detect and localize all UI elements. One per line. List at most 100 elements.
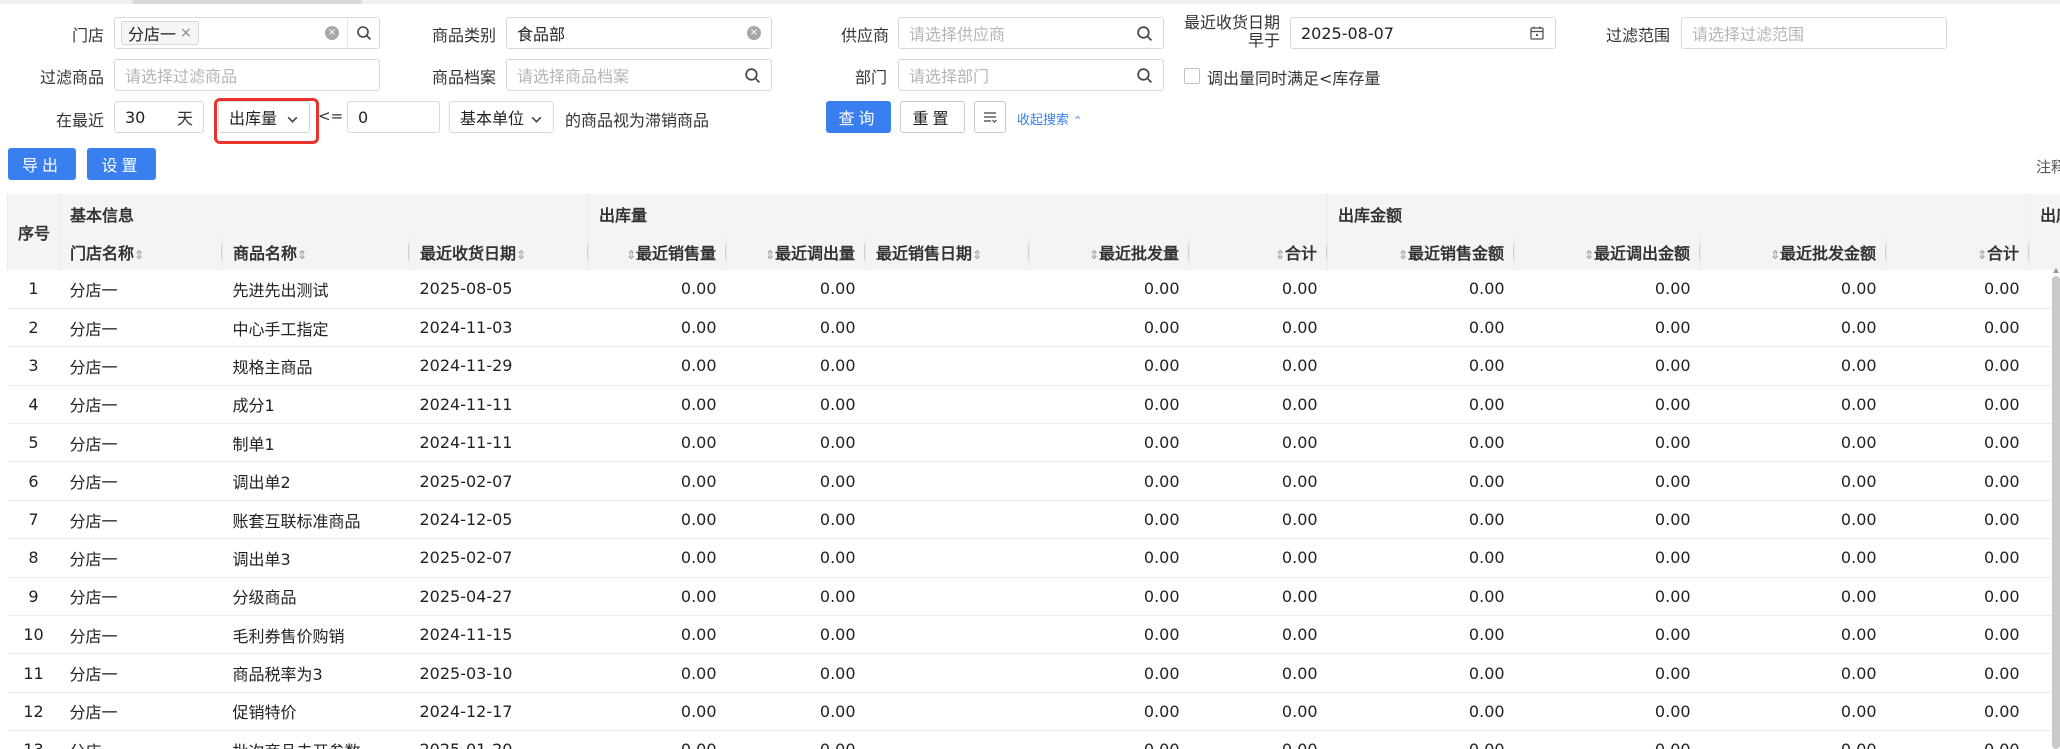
col-store-name[interactable]: 门店名称⇕: [59, 234, 223, 270]
recent-days-value: 30: [125, 107, 146, 127]
row-goods-name: 调出单2: [222, 461, 410, 501]
row-recent-sales-qty: 0.00: [588, 346, 727, 386]
search-icon[interactable]: [1136, 60, 1153, 90]
table-row[interactable]: 4 分店一 成分1 2024-11-11 0.00 0.00 0.00 0.00 0.00 0.0…: [7, 385, 2060, 425]
recent-days-input[interactable]: 30 天: [114, 101, 204, 133]
clear-icon[interactable]: ×: [747, 26, 761, 40]
row-qty-total: 0.00: [1189, 538, 1328, 578]
row-seq: 12: [7, 692, 60, 732]
table-row[interactable]: 9 分店一 分级商品 2025-04-27 0.00 0.00 0.00 0.00 0.00 0.…: [7, 577, 2060, 617]
settings-button[interactable]: 设置: [87, 148, 156, 180]
clear-icon[interactable]: ×: [325, 26, 339, 40]
column-settings-icon[interactable]: [974, 101, 1006, 133]
row-recent-wholesale-qty: 0.00: [1029, 653, 1190, 693]
sort-icon[interactable]: ⇕: [516, 248, 526, 262]
col-amount-total[interactable]: ⇕合计: [1886, 234, 2030, 270]
table-row[interactable]: 2 分店一 中心手工指定 2024-11-03 0.00 0.00 0.00 0.00 0.00…: [7, 308, 2060, 348]
search-icon[interactable]: [744, 60, 761, 90]
col-goods-name-text: 商品名称: [233, 244, 298, 263]
col-recent-wholesale-amount[interactable]: ⇕最近批发金额: [1700, 234, 1887, 270]
dept-input[interactable]: 请选择部门: [898, 59, 1164, 91]
goods-archive-input[interactable]: 请选择商品档案: [506, 59, 772, 91]
table-row[interactable]: 6 分店一 调出单2 2025-02-07 0.00 0.00 0.00 0.00 0.00 0.…: [7, 461, 2060, 501]
row-amount-total: 0.00: [1886, 461, 2030, 501]
group-basic-info: 基本信息: [58, 194, 589, 234]
scroll-up-arrow-icon[interactable]: [2053, 268, 2059, 273]
col-recent-wholesale-qty[interactable]: ⇕最近批发量: [1029, 234, 1190, 270]
sort-icon[interactable]: ⇕: [765, 248, 775, 262]
row-amount-total: 0.00: [1886, 308, 2030, 348]
sort-icon[interactable]: ⇕: [1770, 248, 1780, 262]
col-recent-transfer-qty[interactable]: ⇕最近调出量: [726, 234, 866, 270]
filter-range-select[interactable]: 请选择过滤范围: [1681, 17, 1947, 49]
sort-icon[interactable]: ⇕: [1275, 248, 1285, 262]
calendar-icon[interactable]: [1529, 18, 1545, 48]
row-recent-sales-date: [865, 730, 1030, 749]
row-recent-sales-date: [865, 461, 1030, 501]
chevron-up-icon: ⌃: [1073, 114, 1083, 127]
store-select[interactable]: 分店一 × ×: [114, 17, 380, 49]
row-goods-name: 促销特价: [222, 692, 410, 732]
tag-close-icon[interactable]: ×: [180, 25, 192, 41]
sort-icon[interactable]: ⇕: [972, 248, 982, 262]
row-qty-total: 0.00: [1189, 500, 1328, 540]
metric-select[interactable]: 出库量: [218, 101, 310, 133]
table-row[interactable]: 3 分店一 规格主商品 2024-11-29 0.00 0.00 0.00 0.00 0.00 0…: [7, 346, 2060, 386]
col-recent-transfer-amount[interactable]: ⇕最近调出金额: [1514, 234, 1701, 270]
row-recent-transfer-amount: 0.00: [1514, 308, 1701, 348]
sort-icon[interactable]: ⇕: [626, 248, 636, 262]
sort-icon[interactable]: ⇕: [134, 248, 144, 262]
col-recent-sales-amount[interactable]: ⇕最近销售金额: [1327, 234, 1515, 270]
collapse-search-link[interactable]: 收起搜索 ⌃: [1017, 109, 1082, 128]
col-last-receipt-date[interactable]: 最近收货日期⇕: [408, 234, 589, 270]
sort-icon[interactable]: ⇕: [1584, 248, 1594, 262]
search-icon[interactable]: [1136, 18, 1153, 48]
table-row[interactable]: 5 分店一 制单1 2024-11-11 0.00 0.00 0.00 0.00 0.00 0.0…: [7, 423, 2060, 463]
row-recent-transfer-amount: 0.00: [1514, 500, 1701, 540]
col-qty-total[interactable]: ⇕合计: [1189, 234, 1328, 270]
row-goods-name: 商品税率为3: [222, 653, 410, 693]
reset-button[interactable]: 重置: [900, 101, 965, 133]
table-row[interactable]: 13分店一批次商品未开参数2025-01-200.000.000.000.000…: [7, 730, 2060, 749]
row-last-receipt-date: 2024-12-05: [409, 500, 589, 540]
threshold-value: 0: [358, 107, 369, 127]
group-outbound-qty: 出库量: [588, 194, 1328, 234]
table-row[interactable]: 11 分店一 商品税率为3 2025-03-10 0.00 0.00 0.00 0.00 0.0…: [7, 653, 2060, 693]
sort-icon[interactable]: ⇕: [1089, 248, 1099, 262]
export-button[interactable]: 导出: [8, 148, 76, 180]
unit-select[interactable]: 基本单位: [449, 101, 554, 133]
supplier-input[interactable]: 请选择供应商: [898, 17, 1164, 49]
store-tag[interactable]: 分店一 ×: [121, 21, 199, 45]
col-recent-sales-date-text: 最近销售日期: [876, 244, 973, 263]
filter-range-placeholder: 请选择过滤范围: [1692, 25, 1805, 44]
sort-icon[interactable]: ⇕: [1398, 248, 1408, 262]
row-recent-sales-qty: 0.00: [588, 270, 727, 309]
query-button[interactable]: 查询: [826, 101, 891, 133]
table-row[interactable]: 12 分店一 促销特价 2024-12-17 0.00 0.00 0.00 0.00 0.00 0…: [7, 692, 2060, 732]
row-store-name: 分店一: [59, 577, 223, 617]
col-recent-sales-qty[interactable]: ⇕最近销售量: [588, 234, 727, 270]
row-recent-sales-amount: 0.00: [1327, 692, 1515, 732]
transfer-constraint-checkbox[interactable]: [1184, 68, 1200, 84]
table-row[interactable]: 7 分店一 账套互联标准商品 2024-12-05 0.00 0.00 0.00 0.00 0.…: [7, 500, 2060, 540]
col-goods-name[interactable]: 商品名称⇕: [222, 234, 410, 270]
row-recent-wholesale-qty: 0.00: [1029, 500, 1190, 540]
last-receipt-date-input[interactable]: 2025-08-07: [1290, 17, 1556, 49]
sort-icon[interactable]: ⇕: [297, 248, 307, 262]
filter-goods-select[interactable]: 请选择过滤商品: [114, 59, 380, 91]
sort-icon[interactable]: ⇕: [1977, 248, 1987, 262]
table-row[interactable]: 10 分店一 毛利券售价购销 2024-11-15 0.00 0.00 0.00 0.00 0.…: [7, 615, 2060, 655]
vertical-scrollbar[interactable]: [2052, 276, 2060, 749]
table-row[interactable]: 1 分店一 先进先出测试 2025-08-05 0.00 0.00 0.00 0.00 0.00…: [7, 270, 2060, 309]
search-icon[interactable]: [347, 18, 379, 48]
row-recent-wholesale-amount: 0.00: [1700, 692, 1887, 732]
row-seq: 10: [7, 615, 60, 655]
row-goods-name: 账套互联标准商品: [222, 500, 410, 540]
category-select[interactable]: 食品部 ×: [506, 17, 772, 49]
col-recent-sales-date[interactable]: 最近销售日期⇕: [865, 234, 1030, 270]
row-recent-transfer-amount: 0.00: [1514, 692, 1701, 732]
table-row[interactable]: 8 分店一 调出单3 2025-02-07 0.00 0.00 0.00 0.00 0.00 0.…: [7, 538, 2060, 578]
row-store-name: 分店一: [59, 270, 223, 309]
unit-select-value: 基本单位: [460, 109, 525, 128]
threshold-input[interactable]: 0: [347, 101, 440, 133]
